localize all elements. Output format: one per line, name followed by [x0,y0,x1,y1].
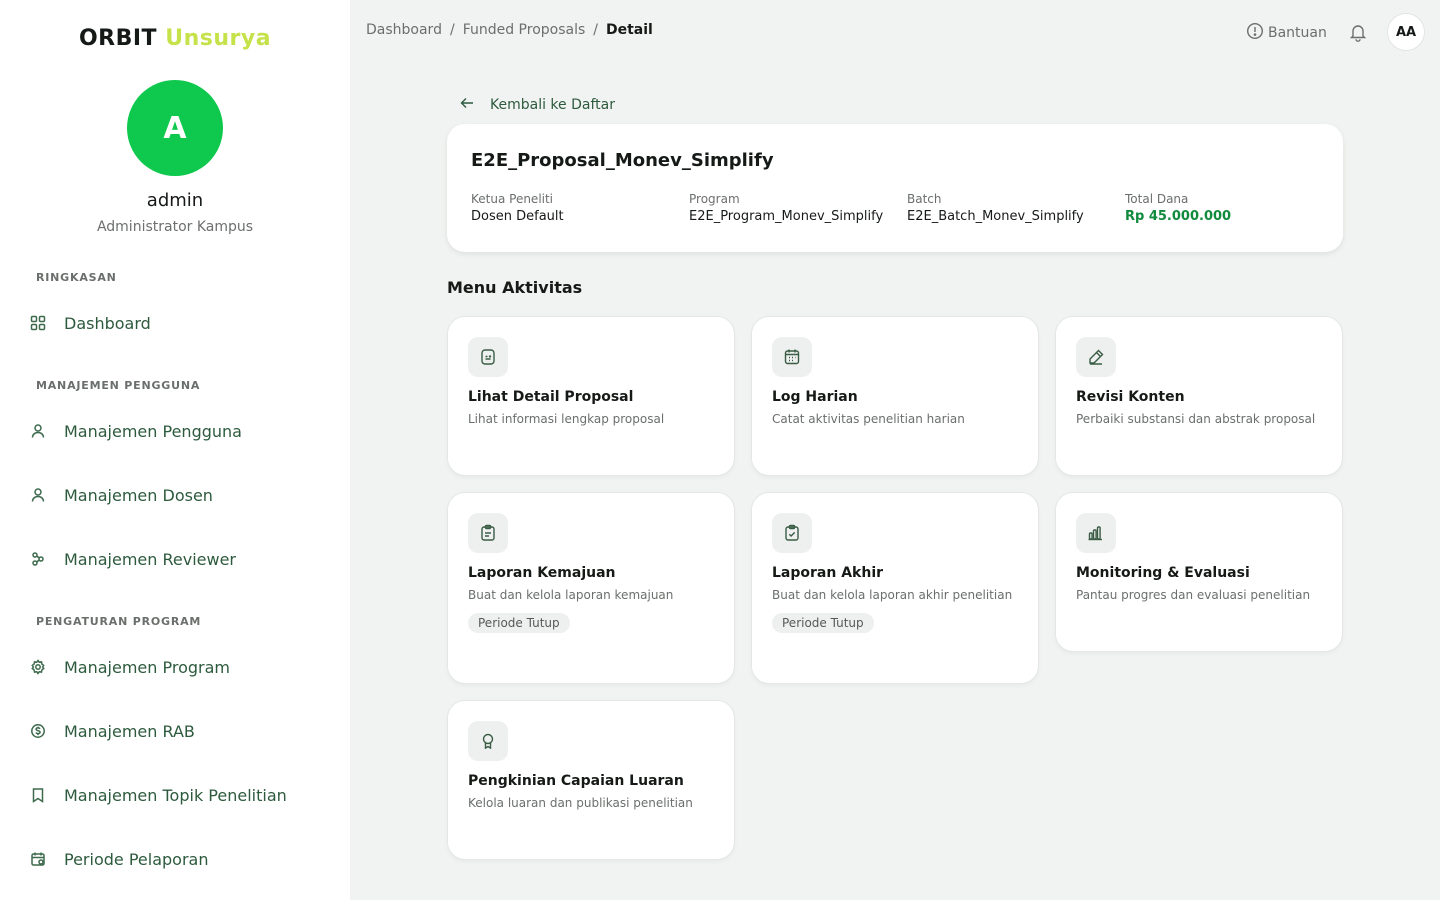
user-name: admin [146,190,204,211]
sidebar-item-label: Manajemen RAB [64,721,195,741]
meta-value: Rp 45.000.000 [1125,209,1232,224]
sidebar-item-manajemen-topik-penelitian[interactable]: Manajemen Topik Penelitian [30,780,287,810]
sidebar-item-label: Periode Pelaporan [64,849,209,869]
breadcrumb-dashboard[interactable]: Dashboard [366,22,442,38]
user-icon [30,423,46,439]
activity-desc: Lihat informasi lengkap proposal [468,412,665,426]
activity-card-laporan-akhir[interactable]: Laporan Akhir Buat dan kelola laporan ak… [751,492,1039,684]
calendar-icon [772,337,812,377]
meta-program: Program E2E_Program_Monev_Simplify [689,192,909,224]
sidebar-item-label: Manajemen Dosen [64,485,213,505]
activity-card-log-harian[interactable]: Log Harian Catat aktivitas penelitian ha… [751,316,1039,476]
sidebar-item-periode-pelaporan[interactable]: Periode Pelaporan [30,844,208,874]
user-avatar: A [127,80,223,176]
section-title-pengaturan-program: PENGATURAN PROGRAM [36,615,202,628]
status-badge: Periode Tutup [772,613,874,633]
sidebar-item-manajemen-reviewer[interactable]: Manajemen Reviewer [30,544,236,574]
breadcrumb-funded-proposals[interactable]: Funded Proposals [463,22,586,38]
activity-title: Revisi Konten [1076,389,1185,405]
breadcrumb: Dashboard / Funded Proposals / Detail [366,22,653,38]
back-label: Kembali ke Daftar [490,97,615,113]
sidebar-item-manajemen-program[interactable]: Manajemen Program [30,652,230,682]
clipboard-icon [468,513,508,553]
status-badge: Periode Tutup [468,613,570,633]
meta-value: E2E_Program_Monev_Simplify [689,209,884,224]
section-title-manajemen-pengguna: MANAJEMEN PENGGUNA [36,379,201,392]
sidebar: ORBIT Unsurya A admin Administrator Kamp… [0,0,350,900]
breadcrumb-current: Detail [606,22,653,38]
back-to-list-link[interactable]: Kembali ke Daftar [460,96,615,114]
activity-title: Log Harian [772,389,858,405]
meta-value: Dosen Default [471,209,564,224]
breadcrumb-separator: / [593,22,598,38]
breadcrumb-separator: / [449,22,455,38]
pencil-icon [1076,337,1116,377]
activity-title: Pengkinian Capaian Luaran [468,773,684,789]
activity-card-lihat-detail-proposal[interactable]: Lihat Detail Proposal Lihat informasi le… [447,316,735,476]
sidebar-item-label: Manajemen Reviewer [64,549,237,569]
activity-title: Laporan Akhir [772,565,884,581]
arrow-left-icon [460,96,474,114]
meta-label: Program [689,192,740,206]
sidebar-item-label: Dashboard [64,313,151,333]
grid-icon [30,315,46,331]
notification-bell-icon[interactable] [1348,22,1368,42]
brand-logo[interactable]: ORBIT Unsurya [0,26,350,51]
calendar-icon [30,851,46,867]
award-icon [468,721,508,761]
activity-card-pengkinian-capaian-luaran[interactable]: Pengkinian Capaian Luaran Kelola luaran … [447,700,735,860]
sidebar-item-manajemen-rab[interactable]: Manajemen RAB [30,716,195,746]
meta-value: E2E_Batch_Monev_Simplify [907,209,1084,224]
bar-chart-icon [1076,513,1116,553]
money-icon [30,723,46,739]
sidebar-item-label: Manajemen Pengguna [64,421,242,441]
brand-part1: ORBIT [78,26,158,51]
activity-desc: Buat dan kelola laporan akhir penelitian [772,588,1013,602]
meta-label: Total Dana [1125,192,1189,206]
users-network-icon [30,551,46,567]
user-icon [30,487,46,503]
profile-avatar[interactable]: AA [1387,13,1425,51]
activity-title: Lihat Detail Proposal [468,389,634,405]
meta-ketua-peneliti: Ketua Peneliti Dosen Default [471,192,691,224]
proposal-title: E2E_Proposal_Monev_Simplify [471,150,774,171]
activity-desc: Catat aktivitas penelitian harian [772,412,965,426]
menu-aktivitas-title: Menu Aktivitas [447,278,583,297]
meta-label: Batch [907,192,942,206]
brand-part2: Unsurya [165,26,272,51]
info-icon [1246,22,1264,44]
activity-card-revisi-konten[interactable]: Revisi Konten Perbaiki substansi dan abs… [1055,316,1343,476]
clipboard-check-icon [772,513,812,553]
document-icon [468,337,508,377]
meta-label: Ketua Peneliti [471,192,554,206]
help-label: Bantuan [1268,25,1327,41]
bookmark-icon [30,787,46,803]
activity-title: Laporan Kemajuan [468,565,616,581]
sidebar-item-label: Manajemen Topik Penelitian [64,785,287,805]
activity-desc: Kelola luaran dan publikasi penelitian [468,796,693,810]
user-role: Administrator Kampus [96,219,254,235]
help-button[interactable]: Bantuan [1246,22,1327,44]
sidebar-item-manajemen-dosen[interactable]: Manajemen Dosen [30,480,213,510]
section-title-ringkasan: RINGKASAN [36,271,117,284]
proposal-info-card: E2E_Proposal_Monev_Simplify Ketua Peneli… [447,124,1343,252]
gear-icon [30,659,46,675]
activity-desc: Pantau progres dan evaluasi penelitian [1076,588,1311,602]
activity-card-monitoring-evaluasi[interactable]: Monitoring & Evaluasi Pantau progres dan… [1055,492,1343,652]
sidebar-item-dashboard[interactable]: Dashboard [30,308,151,338]
sidebar-item-label: Manajemen Program [64,657,231,677]
sidebar-item-manajemen-pengguna[interactable]: Manajemen Pengguna [30,416,242,446]
activity-title: Monitoring & Evaluasi [1076,565,1250,581]
meta-total-dana: Total Dana Rp 45.000.000 [1125,192,1345,224]
meta-batch: Batch E2E_Batch_Monev_Simplify [907,192,1127,224]
activity-card-laporan-kemajuan[interactable]: Laporan Kemajuan Buat dan kelola laporan… [447,492,735,684]
activity-desc: Perbaiki substansi dan abstrak proposal [1076,412,1316,426]
activity-desc: Buat dan kelola laporan kemajuan [468,588,674,602]
